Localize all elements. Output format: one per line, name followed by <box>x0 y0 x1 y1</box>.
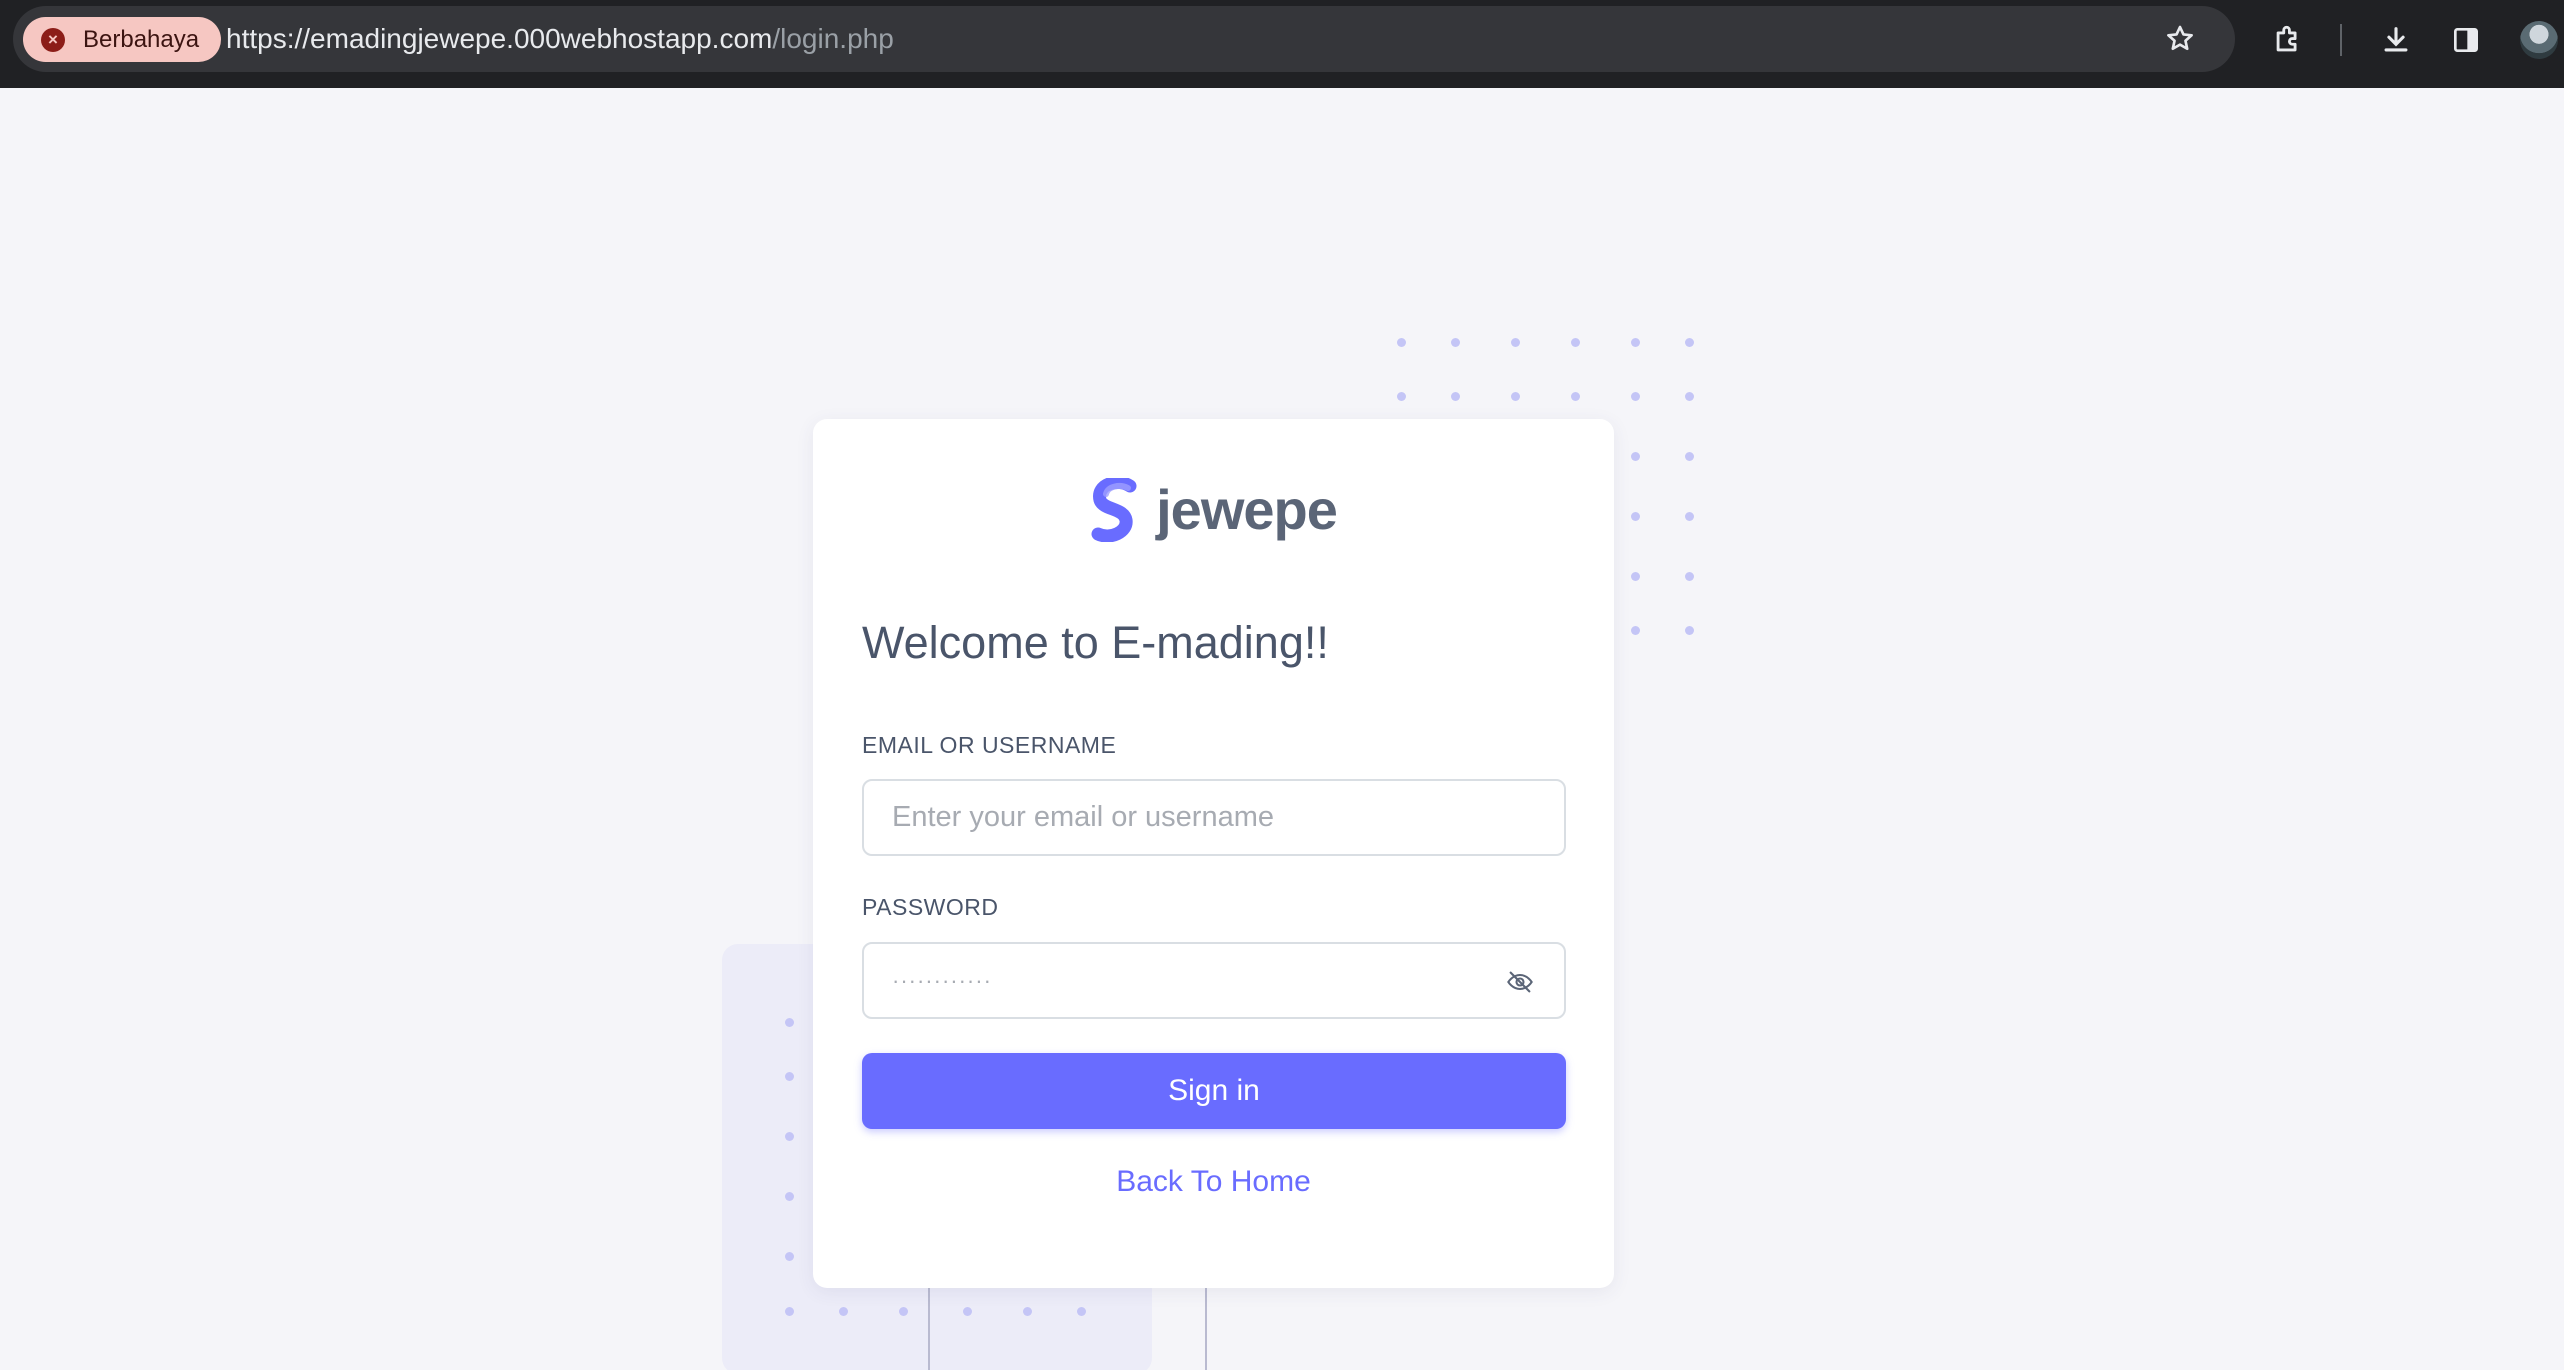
decorative-dot <box>1397 392 1406 401</box>
danger-icon: × <box>41 28 65 52</box>
brand: jewepe <box>813 477 1614 542</box>
url-host: https://emadingjewepe.000webhostapp.com <box>226 23 773 54</box>
decorative-dot <box>1077 1307 1086 1316</box>
email-field[interactable]: Enter your email or username <box>862 779 1566 856</box>
profile-avatar[interactable] <box>2520 21 2558 59</box>
decorative-dot <box>785 1307 794 1316</box>
decorative-dot <box>1631 572 1640 581</box>
email-label: EMAIL OR USERNAME <box>862 732 1117 758</box>
login-card: jewepe Welcome to E-mading!! EMAIL OR US… <box>813 419 1614 1288</box>
toolbar-separator <box>2340 24 2342 56</box>
decorative-dot <box>1631 392 1640 401</box>
email-placeholder: Enter your email or username <box>892 801 1274 833</box>
decorative-dot <box>785 1252 794 1261</box>
brand-name: jewepe <box>1156 478 1338 541</box>
extensions-icon[interactable] <box>2268 22 2308 58</box>
decorative-dot <box>1685 512 1694 521</box>
decorative-dot <box>1023 1307 1032 1316</box>
bookmark-star-icon[interactable] <box>2163 22 2197 56</box>
decorative-dot <box>1685 338 1694 347</box>
browser-toolbar: × Berbahaya https://emadingjewepe.000web… <box>0 0 2564 88</box>
decorative-dot <box>785 1192 794 1201</box>
url-path: /login.php <box>772 23 894 54</box>
decorative-dot <box>785 1132 794 1141</box>
decorative-dot <box>1631 452 1640 461</box>
decorative-dot <box>1631 512 1640 521</box>
decorative-dot <box>839 1307 848 1316</box>
eye-off-icon[interactable] <box>1506 968 1534 996</box>
decorative-dot <box>1571 338 1580 347</box>
decorative-dot <box>1511 392 1520 401</box>
url-text[interactable]: https://emadingjewepe.000webhostapp.com /… <box>226 6 894 72</box>
password-field[interactable]: ············ <box>862 942 1566 1019</box>
decorative-dot <box>1685 626 1694 635</box>
back-to-home-link[interactable]: Back To Home <box>813 1165 1614 1199</box>
password-value: ············ <box>892 967 992 993</box>
decorative-dot <box>1685 452 1694 461</box>
decorative-dot <box>1451 338 1460 347</box>
side-panel-icon[interactable] <box>2446 22 2486 58</box>
address-bar[interactable]: × Berbahaya https://emadingjewepe.000web… <box>13 6 2235 72</box>
decorative-dot <box>1685 572 1694 581</box>
decorative-line <box>928 1288 930 1370</box>
password-label: PASSWORD <box>862 894 999 920</box>
page-title: Welcome to E-mading!! <box>862 617 1329 668</box>
decorative-dot <box>785 1072 794 1081</box>
brand-logo-icon <box>1091 477 1137 542</box>
security-warning-label: Berbahaya <box>83 25 200 53</box>
decorative-line <box>1205 1288 1207 1370</box>
decorative-dot <box>1685 392 1694 401</box>
decorative-dot <box>1631 626 1640 635</box>
sign-in-button[interactable]: Sign in <box>862 1053 1566 1129</box>
decorative-dot <box>1451 392 1460 401</box>
security-warning-chip[interactable]: × Berbahaya <box>23 17 222 62</box>
decorative-dot <box>1571 392 1580 401</box>
decorative-dot <box>1631 338 1640 347</box>
download-icon[interactable] <box>2376 22 2416 58</box>
decorative-dot <box>1397 338 1406 347</box>
decorative-dot <box>963 1307 972 1316</box>
decorative-dot <box>1511 338 1520 347</box>
decorative-dot <box>785 1018 794 1027</box>
decorative-dot <box>899 1307 908 1316</box>
